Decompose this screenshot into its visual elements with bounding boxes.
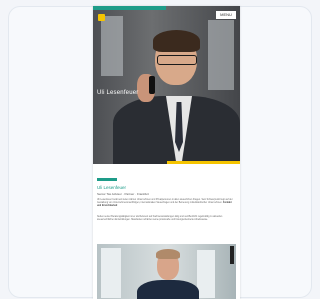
portrait-photo (97, 244, 236, 299)
glasses (157, 55, 197, 65)
person-suit (137, 280, 199, 299)
section-subtitle: Senior Tax Advisor · Partner · Frankfurt (97, 192, 149, 196)
background-window (208, 20, 234, 90)
section-accent-bar (97, 178, 117, 181)
side-tab[interactable] (230, 246, 234, 264)
background-window (101, 248, 121, 298)
background-window (101, 16, 123, 76)
top-accent-bar (93, 6, 166, 10)
menu-button[interactable]: MENU (216, 11, 236, 19)
hero-title: Uli Lesenfeuer (97, 90, 139, 96)
phone-icon (149, 76, 155, 94)
logo-icon[interactable] (98, 14, 105, 21)
person-hair (156, 249, 180, 259)
hero-section: MENU Uli Lesenfeuer (93, 6, 240, 164)
hero-accent-bar (167, 161, 240, 164)
section-title: Uli Lesenfeuer (97, 185, 127, 190)
website-page-preview[interactable]: MENU Uli Lesenfeuer Uli Lesenfeuer Senio… (93, 6, 240, 299)
bio-text: Uli Lesenfeuer berät seit vielen Jahren … (97, 199, 233, 204)
bio-paragraph-2: Neben seiner Beratungstätigkeit ist er a… (97, 216, 223, 221)
person-hair (153, 30, 200, 52)
background-window (197, 250, 215, 298)
bio-paragraph: Uli Lesenfeuer berät seit vielen Jahren … (97, 199, 236, 208)
